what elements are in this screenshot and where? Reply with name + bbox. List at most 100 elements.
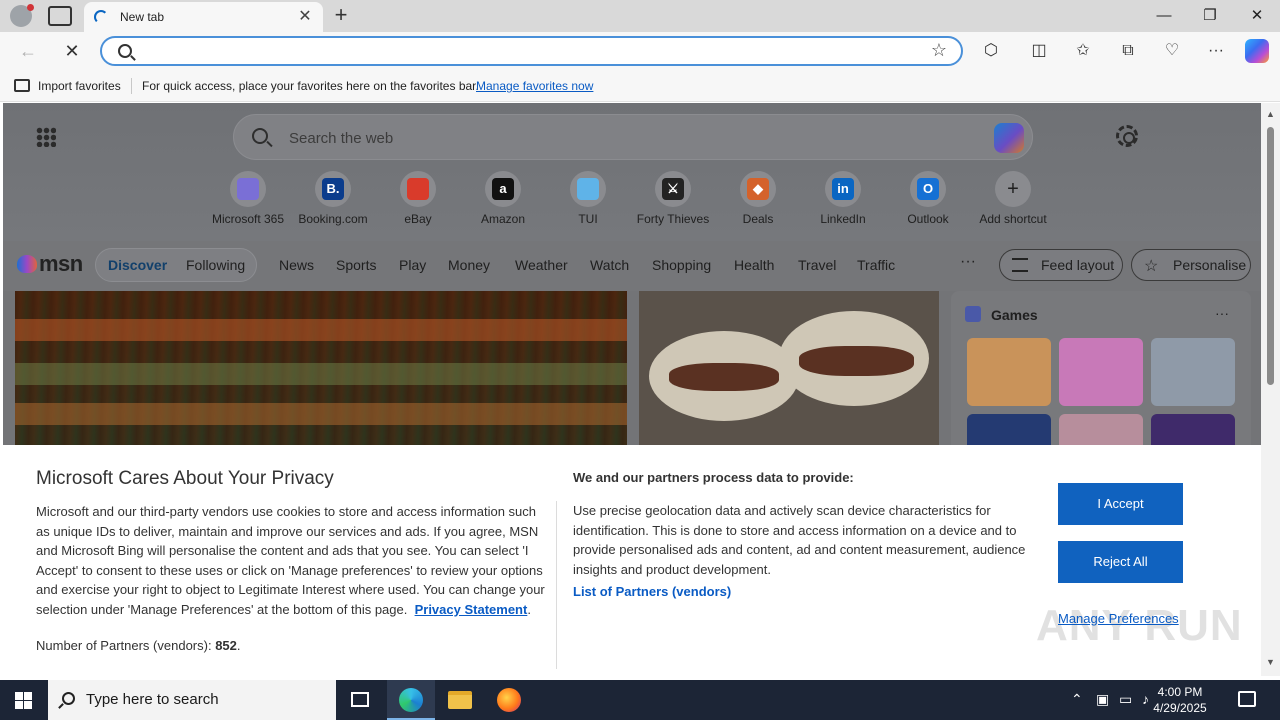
personalise-button[interactable]: ☆ Personalise	[1131, 249, 1251, 281]
nav-health[interactable]: Health	[734, 257, 774, 273]
close-tab-icon[interactable]: ✕	[295, 7, 315, 27]
shortcut-outlook[interactable]: O Outlook	[888, 171, 968, 231]
nav-shopping[interactable]: Shopping	[652, 257, 711, 273]
search-icon	[62, 692, 75, 705]
windows-logo-icon	[15, 692, 32, 709]
shortcut-ebay[interactable]: eBay	[378, 171, 458, 231]
shortcut-add-shortcut[interactable]: + Add shortcut	[973, 171, 1053, 231]
shortcut-microsoft-365[interactable]: Microsoft 365	[208, 171, 288, 231]
game-tile[interactable]	[967, 338, 1051, 406]
feed-layout-button[interactable]: Feed layout	[999, 249, 1123, 281]
taskbar-search[interactable]	[48, 680, 336, 720]
copilot-icon[interactable]	[1245, 39, 1269, 63]
stop-loading-icon[interactable]: ✕	[58, 38, 86, 64]
games-more-icon[interactable]: ···	[1215, 305, 1229, 321]
shortcut-label: Forty Thieves	[636, 212, 710, 226]
shortcut-tile: ⚔	[655, 171, 691, 207]
address-bar[interactable]: ☆	[100, 36, 963, 66]
file-explorer-button[interactable]	[436, 680, 484, 720]
game-tile[interactable]	[1059, 338, 1143, 406]
nav-sports[interactable]: Sports	[336, 257, 376, 273]
new-tab-icon[interactable]: +	[330, 4, 352, 26]
search-icon	[118, 44, 132, 58]
page-scrollbar[interactable]: ▲ ▼	[1261, 103, 1280, 676]
page-settings-icon[interactable]	[1116, 125, 1138, 147]
accept-button[interactable]: I Accept	[1058, 483, 1183, 525]
profile-avatar[interactable]	[10, 4, 34, 27]
feed-content: Games ···	[3, 291, 1261, 482]
chevron-up-icon[interactable]: ⌃	[1071, 691, 1083, 708]
tab-following[interactable]: Following	[186, 257, 245, 273]
address-input[interactable]	[142, 42, 902, 62]
shortcut-tile: ◆	[740, 171, 776, 207]
shortcut-tui[interactable]: TUI	[548, 171, 628, 231]
nav-watch[interactable]: Watch	[590, 257, 629, 273]
title-bar: New tab ✕ + — ❐ ✕	[0, 0, 1280, 32]
shortcut-booking-com[interactable]: B. Booking.com	[293, 171, 373, 231]
nav-money[interactable]: Money	[448, 257, 490, 273]
taskbar-search-input[interactable]	[86, 691, 326, 708]
nav-travel[interactable]: Travel	[798, 257, 836, 273]
back-icon[interactable]: ←	[14, 38, 42, 64]
shortcut-linkedin[interactable]: in LinkedIn	[803, 171, 883, 231]
nav-traffic[interactable]: Traffic	[857, 257, 895, 273]
edge-icon	[399, 688, 423, 712]
shortcut-deals[interactable]: ◆ Deals	[718, 171, 798, 231]
reject-all-button[interactable]: Reject All	[1058, 541, 1183, 583]
list-of-partners-link[interactable]: List of Partners (vendors)	[573, 584, 731, 599]
msn-logo-text: msn	[39, 251, 83, 276]
manage-preferences-link[interactable]: Manage Preferences	[1058, 611, 1179, 626]
browser-tab[interactable]: New tab ✕	[84, 2, 323, 32]
app-launcher-icon[interactable]	[36, 127, 56, 147]
minimize-button[interactable]: —	[1141, 0, 1187, 32]
notification-icon[interactable]	[1238, 691, 1256, 707]
manage-favorites-link[interactable]: Manage favorites now	[476, 79, 593, 93]
bao-filling-image	[669, 363, 779, 391]
copilot-search-icon[interactable]	[994, 123, 1024, 153]
extensions-icon[interactable]: ⬡	[976, 38, 1006, 64]
nav-news[interactable]: News	[279, 257, 314, 273]
clock-time: 4:00 PM	[1157, 685, 1203, 699]
scrollbar-thumb[interactable]	[1267, 127, 1274, 385]
privacy-statement-link[interactable]: Privacy Statement	[415, 602, 528, 617]
nav-play[interactable]: Play	[399, 257, 426, 273]
shortcut-label: Booking.com	[298, 212, 368, 226]
web-search-input[interactable]	[289, 128, 939, 148]
web-search-box[interactable]	[233, 114, 1033, 160]
food-news-card[interactable]	[639, 291, 939, 446]
tab-discover[interactable]: Discover	[108, 257, 167, 273]
favorites-divider	[131, 78, 132, 94]
network-icon[interactable]: ▭	[1119, 691, 1132, 708]
hero-news-card[interactable]	[15, 291, 627, 446]
shortcut-label: eBay	[404, 212, 432, 226]
favorite-star-icon[interactable]: ☆	[931, 40, 947, 61]
browser-essentials-icon[interactable]: ♡	[1157, 38, 1187, 64]
restore-button[interactable]: ❐	[1187, 0, 1233, 32]
edge-taskbar-button[interactable]	[387, 680, 435, 720]
shortcut-amazon[interactable]: a Amazon	[463, 171, 543, 231]
import-favorites-button[interactable]: Import favorites	[38, 79, 121, 93]
start-button[interactable]	[0, 680, 48, 720]
collections-icon[interactable]: ⧉	[1113, 38, 1143, 64]
game-tile[interactable]	[1151, 338, 1235, 406]
system-clock[interactable]: 4:00 PM 4/29/2025	[1140, 684, 1220, 716]
nav-weather[interactable]: Weather	[515, 257, 568, 273]
scroll-down-icon[interactable]: ▼	[1266, 657, 1275, 667]
shortcut-forty-thieves[interactable]: ⚔ Forty Thieves	[633, 171, 713, 231]
close-window-button[interactable]: ✕	[1234, 0, 1280, 32]
dialog-divider	[556, 501, 557, 669]
task-view-button[interactable]	[336, 680, 384, 720]
nav-more-icon[interactable]: ···	[960, 253, 976, 271]
tab-actions-icon[interactable]	[48, 6, 72, 26]
device-icon[interactable]: ▣	[1096, 691, 1109, 708]
firefox-button[interactable]	[485, 680, 533, 720]
privacy-body-text: Microsoft and our third-party vendors us…	[36, 504, 545, 617]
amazon-icon: a	[492, 178, 514, 200]
settings-more-icon[interactable]: ···	[1201, 38, 1231, 64]
scroll-up-icon[interactable]: ▲	[1266, 109, 1275, 119]
favorites-icon[interactable]: ✩	[1068, 38, 1098, 64]
split-screen-icon[interactable]: ◫	[1024, 38, 1054, 64]
privacy-consent-dialog: Microsoft Cares About Your Privacy Micro…	[3, 445, 1261, 676]
msn-logo[interactable]: msn	[17, 251, 83, 277]
linkedin-icon: in	[832, 178, 854, 200]
